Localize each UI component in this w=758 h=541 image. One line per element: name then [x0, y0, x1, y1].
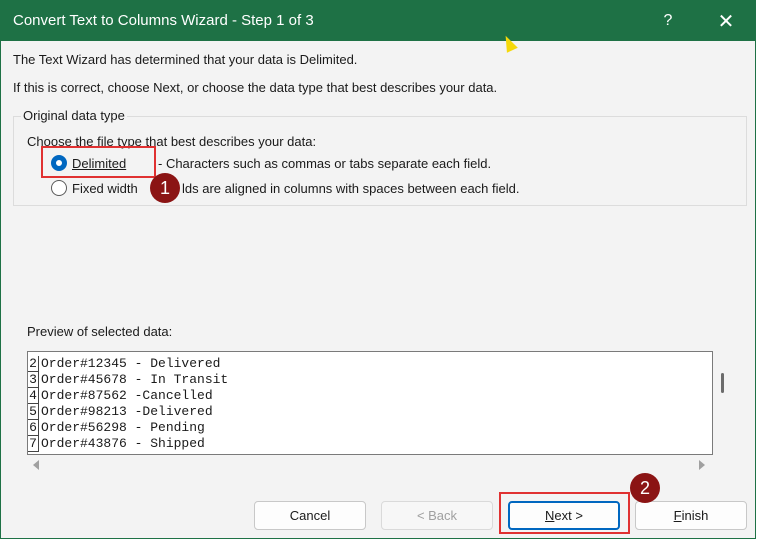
fixed-width-description: lds are aligned in columns with spaces b… [182, 181, 520, 196]
data-preview-box[interactable]: 2 Order#12345 - Delivered 3 Order#45678 - … [27, 351, 713, 455]
preview-row: 5 Order#98213 -Delivered [28, 404, 213, 420]
preview-row-text: Order#56298 - Pending [41, 420, 205, 435]
cancel-button[interactable]: Cancel [254, 501, 366, 530]
instructions-text: If this is correct, choose Next, or choo… [13, 80, 498, 95]
group-legend: Original data type [21, 108, 127, 123]
preview-row: 2 Order#12345 - Delivered [28, 356, 220, 372]
preview-row-text: Order#98213 -Delivered [41, 404, 213, 419]
help-button[interactable]: ? [645, 1, 691, 41]
preview-row: 3 Order#45678 - In Transit [28, 372, 228, 388]
preview-row-text: Order#45678 - In Transit [41, 372, 229, 387]
close-button[interactable]: ✕ [703, 1, 749, 41]
delimited-description: - Characters such as commas or tabs sepa… [158, 156, 492, 171]
fixed-width-radio[interactable] [51, 180, 67, 196]
step-marker-2: 2 [630, 473, 660, 503]
preview-row-number: 7 [28, 436, 39, 452]
preview-row-text: Order#43876 - Shipped [41, 436, 205, 451]
preview-row-number: 6 [28, 420, 39, 436]
preview-row: 4 Order#87562 -Cancelled [28, 388, 213, 404]
next-highlight-box [499, 492, 630, 534]
preview-row-text: Order#12345 - Delivered [41, 356, 221, 371]
preview-row: 6 Order#56298 - Pending [28, 420, 205, 436]
preview-row-number: 3 [28, 372, 39, 388]
scroll-right-arrow-icon[interactable] [699, 460, 705, 470]
wizard-dialog: Convert Text to Columns Wizard - Step 1 … [0, 0, 756, 539]
step-marker-1: 1 [150, 173, 180, 203]
preview-row-text: Order#87562 -Cancelled [41, 388, 213, 403]
intro-text: The Text Wizard has determined that your… [13, 52, 358, 67]
preview-row: 7 Order#43876 - Shipped [28, 436, 205, 452]
delimited-highlight-box [41, 146, 156, 178]
title-bar: Convert Text to Columns Wizard - Step 1 … [1, 1, 755, 41]
fixed-width-label[interactable]: Fixed width [72, 181, 138, 196]
preview-label: Preview of selected data: [27, 324, 173, 339]
vertical-scrollbar-thumb[interactable] [721, 373, 724, 393]
preview-row-number: 2 [28, 356, 39, 372]
preview-row-number: 4 [28, 388, 39, 404]
back-button[interactable]: < Back [381, 501, 493, 530]
dialog-title: Convert Text to Columns Wizard - Step 1 … [13, 12, 314, 29]
preview-row-number: 5 [28, 404, 39, 420]
scroll-left-arrow-icon[interactable] [33, 460, 39, 470]
finish-button[interactable]: Finish [635, 501, 747, 530]
